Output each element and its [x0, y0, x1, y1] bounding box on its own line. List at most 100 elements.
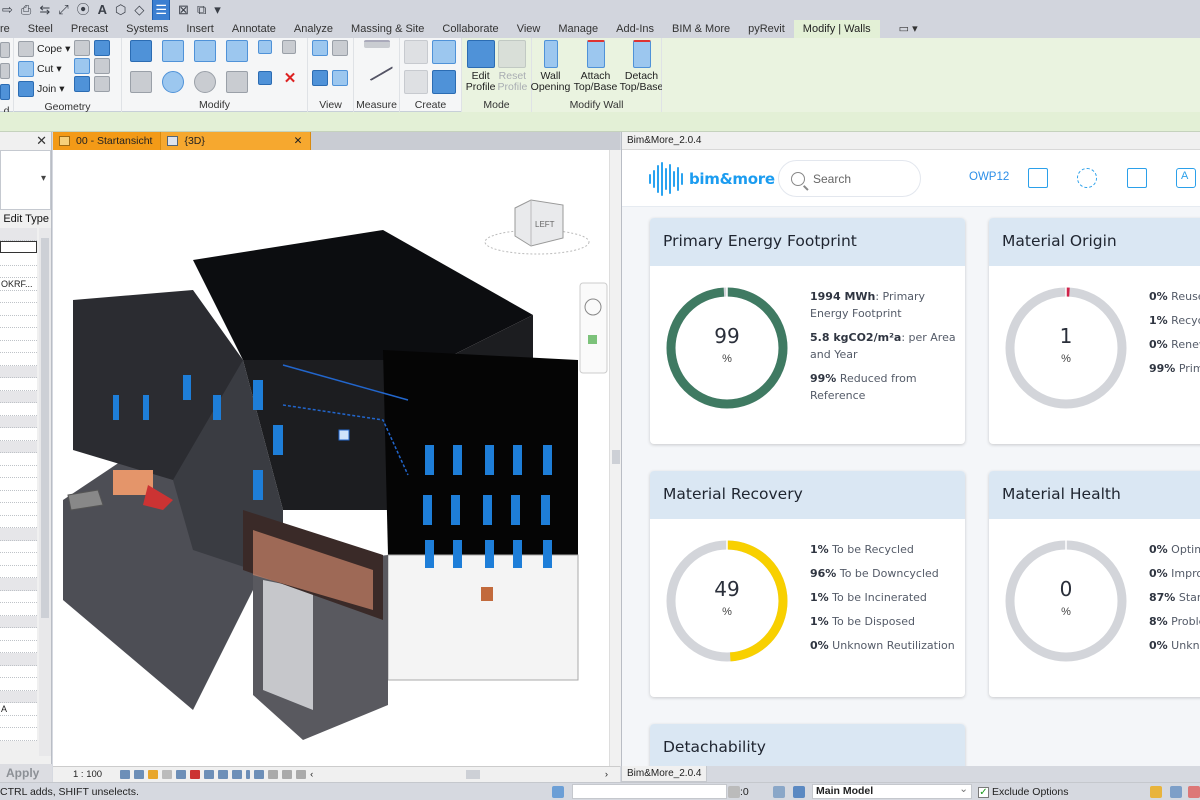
hide-element-icon[interactable] [312, 40, 328, 56]
create-parts-icon[interactable] [432, 40, 456, 64]
bim-more-logo[interactable]: bim&more [649, 162, 775, 196]
temporary-view-icon[interactable] [268, 770, 279, 779]
edit-type-button[interactable]: Edit Type [0, 210, 51, 228]
edit-profile-button[interactable]: Edit Profile [466, 40, 496, 93]
join-button[interactable]: Join ▾ [18, 80, 70, 98]
temporary-hide-icon[interactable] [232, 770, 243, 779]
select-underlay-icon[interactable] [1170, 786, 1182, 798]
property-row[interactable] [0, 540, 37, 553]
paste-icon[interactable] [0, 63, 10, 79]
print-icon[interactable]: ⎙ [21, 0, 31, 20]
visual-style-icon[interactable] [134, 770, 145, 779]
create-similar-icon[interactable] [432, 70, 456, 94]
redo-icon[interactable]: ⇨ [2, 0, 13, 20]
property-row[interactable] [0, 315, 37, 328]
property-group[interactable] [0, 390, 49, 403]
reveal-hidden-icon[interactable] [246, 770, 251, 779]
property-row[interactable]: OKRF... [0, 278, 37, 291]
tab-systems[interactable]: Systems [117, 20, 177, 38]
property-row[interactable] [0, 590, 37, 603]
card-detachability[interactable]: Detachability [650, 724, 965, 766]
select-links-icon[interactable] [1150, 786, 1162, 798]
property-row[interactable] [0, 453, 37, 466]
split-icon[interactable] [258, 40, 272, 54]
property-row[interactable] [0, 515, 37, 528]
property-row[interactable] [0, 340, 37, 353]
property-group[interactable] [0, 365, 49, 378]
property-row[interactable] [0, 628, 37, 641]
worksets-icon[interactable] [552, 786, 564, 798]
property-row[interactable] [0, 378, 37, 391]
aligned-dimension-icon[interactable] [360, 50, 393, 82]
zoom-region-icon[interactable] [588, 335, 597, 344]
split-face-icon[interactable] [74, 58, 91, 74]
property-row[interactable] [0, 403, 37, 416]
property-row[interactable] [0, 428, 37, 441]
paint-icon[interactable] [74, 76, 91, 92]
viewport-vertical-scrollbar[interactable] [609, 150, 621, 766]
tab-modify-walls[interactable]: Modify | Walls [793, 20, 880, 38]
search-box[interactable] [778, 160, 921, 197]
hammer-icon[interactable] [94, 76, 111, 92]
tab-insert[interactable]: Insert [177, 20, 223, 38]
property-group[interactable] [0, 528, 49, 541]
3d-viewport[interactable]: LEFT [53, 150, 609, 766]
view-scale[interactable]: 1 : 100 [73, 769, 102, 780]
cope-button[interactable]: Cope ▾ [18, 40, 70, 58]
close-hidden-windows-icon[interactable]: ⊠ [178, 0, 189, 20]
property-row[interactable] [0, 290, 37, 303]
properties-scrollbar[interactable] [39, 228, 51, 756]
property-row[interactable] [0, 240, 37, 253]
tab-manage[interactable]: Manage [549, 20, 607, 38]
thin-lines-icon[interactable]: ☰ [152, 0, 171, 21]
rotate-icon[interactable] [194, 71, 216, 93]
workset-dropdown[interactable] [572, 784, 727, 799]
sun-path-icon[interactable] [148, 770, 159, 779]
show-crop-icon[interactable] [204, 770, 215, 779]
mirror-axis-icon[interactable] [194, 40, 216, 62]
selection-box-icon[interactable] [332, 70, 348, 86]
property-group[interactable] [0, 578, 49, 591]
crop-view-icon[interactable] [190, 770, 201, 779]
analytical-model-icon[interactable] [282, 770, 293, 779]
3d-view-icon[interactable]: ⬡ [115, 0, 126, 20]
scroll-right-icon[interactable]: › [605, 769, 608, 780]
lock-view-icon[interactable] [218, 770, 229, 779]
scroll-left-icon[interactable]: ‹ [310, 769, 313, 780]
property-group[interactable] [0, 690, 49, 703]
property-row[interactable] [0, 715, 37, 728]
demolish-icon[interactable] [94, 58, 111, 74]
tab-add-ins[interactable]: Add-Ins [607, 20, 663, 38]
property-row[interactable] [0, 328, 37, 341]
card-material-origin[interactable]: Material Origin 1 % 0% Reuse1% Recycl0% … [989, 218, 1200, 444]
trim-extend-icon[interactable] [226, 71, 248, 93]
switch-windows-icon[interactable]: ⧉ [197, 0, 206, 20]
view-tab-3d[interactable]: {3D} ✕ [161, 132, 312, 150]
wall-opening-button[interactable]: Wall Opening [531, 40, 570, 93]
property-row[interactable] [0, 728, 37, 741]
tab-precast[interactable]: Precast [62, 20, 117, 38]
match-type-icon[interactable] [0, 84, 10, 100]
wall-grip-icon[interactable] [338, 429, 350, 441]
text-icon[interactable]: A [98, 0, 107, 20]
property-row[interactable] [0, 503, 37, 516]
property-row[interactable] [0, 553, 37, 566]
property-group[interactable] [0, 440, 49, 453]
scrollbar-thumb[interactable] [612, 450, 620, 464]
property-group[interactable] [0, 615, 49, 628]
copy-icon[interactable] [162, 71, 184, 93]
design-options-icon[interactable] [773, 786, 785, 798]
close-tab-icon[interactable]: ✕ [294, 132, 303, 150]
project-code[interactable]: OWP12 [969, 171, 1009, 183]
tab-steel[interactable]: Steel [19, 20, 62, 38]
property-row[interactable]: A [0, 703, 37, 716]
array-icon[interactable] [258, 71, 272, 85]
ribbon-minimize-icon[interactable]: ▭ ▾ [890, 20, 927, 38]
property-row[interactable] [0, 565, 37, 578]
cut-clipboard-icon[interactable] [0, 42, 10, 58]
mirror-draw-icon[interactable] [226, 40, 248, 62]
design-option-dropdown[interactable]: Main Model [812, 783, 972, 799]
detach-top-base-button[interactable]: Detach Top/Base [620, 40, 663, 93]
override-graphics-icon[interactable] [332, 40, 348, 56]
property-row[interactable] [0, 665, 37, 678]
